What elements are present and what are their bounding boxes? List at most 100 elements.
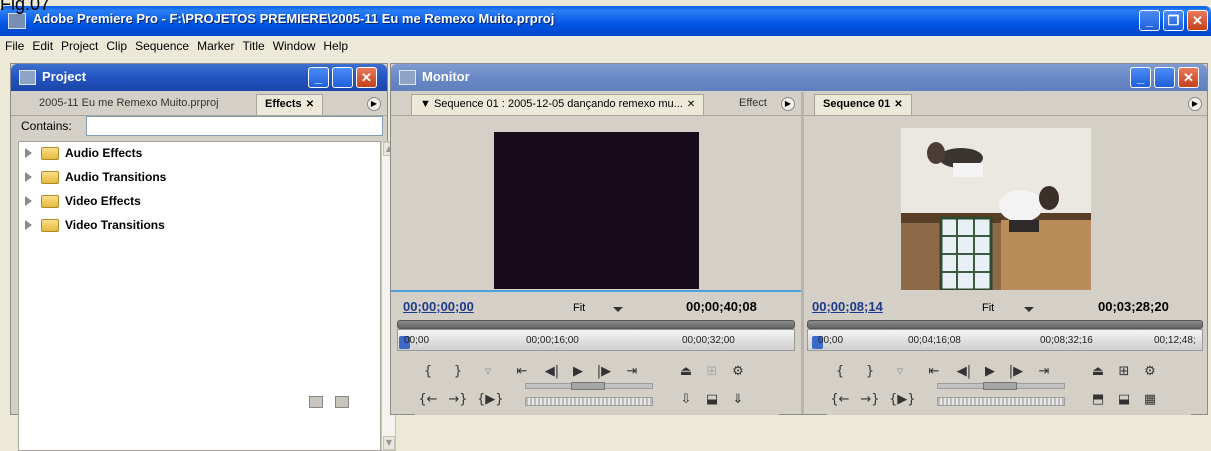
chevron-down-icon[interactable] [1024,307,1034,312]
menu-clip[interactable]: Clip [101,36,130,53]
monitor-maximize-button[interactable] [1154,67,1175,88]
output-icon[interactable]: ⚙ [727,361,749,383]
tree-item-label: Audio Transitions [65,170,167,184]
program-zoom-bar[interactable] [807,320,1203,329]
dancing-scene-image [901,128,1091,290]
step-back-icon[interactable]: ◀| [541,361,563,383]
shuttle-knob[interactable] [983,382,1017,390]
menu-window[interactable]: Window [268,36,319,53]
loop-icon[interactable]: ⏏ [675,361,697,383]
monitor-minimize-button[interactable]: _ [1130,67,1151,88]
program-video-frame[interactable] [901,128,1091,290]
tree-item-label: Audio Effects [65,146,143,160]
source-time-ruler[interactable]: 00;00 00;00;16;00 00;00;32;00 [397,329,795,351]
tab-source-sequence[interactable]: ▼ Sequence 01 : 2005-12-05 dançando reme… [411,94,705,115]
play-icon[interactable]: ▶ [979,361,1001,383]
chevron-down-icon[interactable] [613,307,623,312]
maximize-button[interactable]: ❐ [1163,10,1184,31]
go-to-next-marker-icon[interactable]: →} [447,389,469,411]
mark-in-icon[interactable]: { [417,361,439,383]
insert-icon[interactable]: ⇩ [675,389,697,411]
menu-title[interactable]: Title [237,36,267,53]
app-title-bar[interactable]: Adobe Premiere Pro - F:\PROJETOS PREMIER… [0,6,1211,36]
folder-icon [41,147,59,160]
new-custom-bin-icon[interactable] [309,396,323,408]
menu-marker[interactable]: Marker [192,36,237,53]
expand-triangle-icon[interactable] [25,172,32,182]
source-zoom-bar[interactable] [397,320,795,329]
tab-effects[interactable]: Effects ✕ [256,94,324,115]
monitor-split-divider[interactable] [801,92,804,414]
shuttle-knob[interactable] [571,382,605,390]
play-in-to-out-icon[interactable]: {▶} [889,389,916,411]
go-to-in-icon[interactable]: ⇤ [511,361,533,383]
lift-icon[interactable]: ⬒ [1087,389,1109,411]
contains-search-input[interactable] [86,116,383,136]
set-marker-icon[interactable]: ▿ [477,361,499,383]
tab-close-icon[interactable]: ✕ [894,99,902,110]
menu-sequence[interactable]: Sequence [130,36,192,53]
safe-margins-icon[interactable]: ⊞ [1113,361,1135,383]
go-to-previous-marker-icon[interactable]: {← [417,389,439,411]
panel-menu-icon[interactable]: ▶ [781,97,795,111]
delete-trash-icon[interactable] [335,396,349,408]
expand-triangle-icon[interactable] [25,220,32,230]
ruler-label: 00;04;16;08 [908,335,961,346]
program-zoom-select[interactable]: Fit [982,302,994,314]
menu-project[interactable]: Project [56,36,101,53]
go-to-in-icon[interactable]: ⇤ [923,361,945,383]
set-marker-icon[interactable]: ▿ [889,361,911,383]
close-button[interactable]: ✕ [1187,10,1208,31]
extract-icon[interactable]: ⬓ [1113,389,1135,411]
jog-wheel[interactable] [525,397,653,406]
program-current-timecode[interactable]: 00;00;08;14 [812,299,883,314]
mark-out-icon[interactable]: } [859,361,881,383]
source-zoom-select[interactable]: Fit [573,302,585,314]
ruler-label: 00;00;32;00 [682,335,735,346]
safe-margins-icon[interactable]: ⊞ [701,361,723,383]
expand-triangle-icon[interactable] [25,196,32,206]
project-panel: Project _ ✕ 2005-11 Eu me Remexo Muito.p… [10,63,396,451]
step-forward-icon[interactable]: |▶ [1005,361,1027,383]
menu-help[interactable]: Help [318,36,351,53]
monitor-close-button[interactable]: ✕ [1178,67,1199,88]
tab-effect-controls[interactable]: Effect [731,94,775,115]
source-video-display[interactable] [494,132,699,289]
source-transport-controls: { } ▿ ⇤ ◀| ▶ |▶ ⇥ ⏏ ⊞ ⚙ {← →} {▶} ⇩ ⬓ ⇓ [415,353,779,415]
jog-wheel[interactable] [937,397,1065,406]
output-icon[interactable]: ⚙ [1139,361,1161,383]
tab-project-file[interactable]: 2005-11 Eu me Remexo Muito.prproj [31,94,227,115]
panel-menu-icon[interactable]: ▶ [367,97,381,111]
step-forward-icon[interactable]: |▶ [593,361,615,383]
tab-close-icon[interactable]: ✕ [306,99,314,110]
mark-in-icon[interactable]: { [829,361,851,383]
project-panel-header[interactable]: Project _ ✕ [11,64,387,91]
minimize-button[interactable]: _ [1139,10,1160,31]
loop-icon[interactable]: ⏏ [1087,361,1109,383]
menu-edit[interactable]: Edit [27,36,56,53]
program-time-ruler[interactable]: 00;00 00;04;16;08 00;08;32;16 00;12;48; [807,329,1203,351]
tab-close-icon[interactable]: ✕ [687,99,695,110]
source-current-timecode[interactable]: 00;00;00;00 [403,299,474,314]
project-close-button[interactable]: ✕ [356,67,377,88]
go-to-out-icon[interactable]: ⇥ [1033,361,1055,383]
monitor-panel: Monitor _ ✕ ▼ Sequence 01 : 2005-12-05 d… [390,63,1208,415]
go-to-previous-marker-icon[interactable]: {← [829,389,851,411]
play-in-to-out-icon[interactable]: {▶} [477,389,504,411]
scroll-down-arrow-icon[interactable]: ▼ [383,436,395,450]
go-to-out-icon[interactable]: ⇥ [621,361,643,383]
play-icon[interactable]: ▶ [567,361,589,383]
tab-program-sequence[interactable]: Sequence 01 ✕ [814,94,912,115]
mark-out-icon[interactable]: } [447,361,469,383]
go-to-next-marker-icon[interactable]: →} [859,389,881,411]
toggle-take-icon[interactable]: ⇓ [727,389,749,411]
monitor-panel-header[interactable]: Monitor _ ✕ [391,64,1207,91]
step-back-icon[interactable]: ◀| [953,361,975,383]
panel-menu-icon[interactable]: ▶ [1188,97,1202,111]
project-minimize-button[interactable]: _ [308,67,329,88]
trim-icon[interactable]: ▦ [1139,389,1161,411]
overlay-icon[interactable]: ⬓ [701,389,723,411]
project-maximize-button[interactable] [332,67,353,88]
expand-triangle-icon[interactable] [25,148,32,158]
menu-file[interactable]: File [0,36,27,53]
